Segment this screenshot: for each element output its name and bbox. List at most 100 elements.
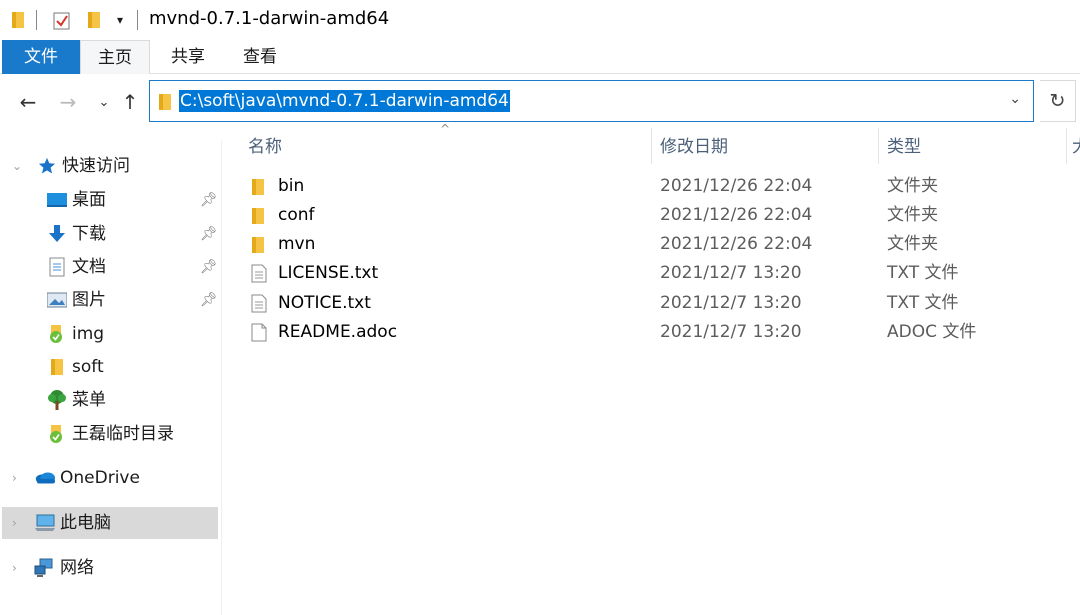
column-header-date[interactable]: 修改日期 (660, 130, 728, 164)
file-type: ADOC 文件 (887, 322, 977, 342)
sidebar-item-menu[interactable]: 菜单 (0, 384, 220, 416)
tab-home[interactable]: 主页 (80, 40, 150, 74)
sidebar-item-label: 菜单 (72, 390, 106, 410)
sidebar-item-quick-access[interactable]: ⌄ 快速访问 (0, 150, 220, 182)
back-button[interactable]: ← (14, 88, 42, 116)
pictures-icon (46, 289, 68, 311)
arrow-left-icon: ← (19, 90, 37, 114)
title-bar: ▾ mvnd-0.7.1-darwin-amd64 (0, 0, 1080, 40)
folder-icon (158, 93, 174, 110)
cloud-icon (34, 467, 56, 489)
customize-toolbar-icon[interactable]: ▾ (110, 9, 130, 31)
folder-icon (251, 235, 269, 254)
address-path[interactable]: C:\soft\java\mvnd-0.7.1-darwin-amd64 (179, 90, 510, 112)
pin-icon[interactable]: 📌︎ (200, 184, 218, 216)
tab-share[interactable]: 共享 (158, 40, 218, 74)
file-type: TXT 文件 (887, 293, 959, 313)
file-row[interactable]: conf 2021/12/26 22:04 文件夹 (240, 201, 1080, 230)
file-name: mvn (278, 234, 316, 254)
computer-icon (34, 512, 56, 534)
pin-icon[interactable]: 📌︎ (200, 251, 218, 283)
green-folder-icon (46, 323, 68, 345)
refresh-button[interactable]: ↻ (1040, 80, 1076, 122)
column-header-name[interactable]: 名称 (248, 130, 282, 164)
tab-file[interactable]: 文件 (2, 40, 80, 74)
chevron-down-icon[interactable]: ⌄ (1009, 91, 1021, 107)
chevron-down-icon[interactable]: ⌄ (12, 150, 22, 182)
pin-icon[interactable]: 📌︎ (200, 284, 218, 316)
arrow-right-icon: → (59, 90, 77, 114)
folder-icon (8, 9, 28, 31)
sidebar-item-label: 桌面 (72, 190, 106, 210)
sidebar-item-soft[interactable]: soft (0, 351, 220, 383)
arrow-up-icon: ↑ (121, 90, 139, 114)
sidebar-item-label: 快速访问 (62, 156, 130, 176)
sidebar-item-label: 图片 (72, 290, 106, 310)
file-type: TXT 文件 (887, 263, 959, 283)
file-row[interactable]: NOTICE.txt 2021/12/7 13:20 TXT 文件 (240, 289, 1080, 318)
address-bar[interactable]: C:\soft\java\mvnd-0.7.1-darwin-amd64 ⌄ (149, 80, 1034, 122)
file-date: 2021/12/26 22:04 (660, 234, 813, 254)
folder-icon (251, 206, 269, 225)
sidebar-item-pictures[interactable]: 图片 📌︎ (0, 284, 220, 316)
sidebar-item-documents[interactable]: 文档 📌︎ (0, 251, 220, 283)
sort-ascending-icon: ^ (440, 122, 451, 136)
column-header-size[interactable]: 大 (1072, 130, 1080, 164)
window-title: mvnd-0.7.1-darwin-amd64 (149, 8, 390, 29)
green-folder-icon (46, 423, 68, 445)
file-row[interactable]: mvn 2021/12/26 22:04 文件夹 (240, 230, 1080, 259)
tab-view[interactable]: 查看 (230, 40, 290, 74)
recent-locations-button[interactable]: ⌄ (90, 88, 118, 116)
forward-button[interactable]: → (54, 88, 82, 116)
chevron-right-icon[interactable]: › (12, 462, 17, 494)
sidebar-item-label: soft (72, 357, 104, 377)
sidebar-item-this-pc[interactable]: › 此电脑 (2, 507, 218, 539)
tree-icon (46, 389, 68, 411)
refresh-icon: ↻ (1049, 90, 1066, 112)
sidebar-item-desktop[interactable]: 桌面 📌︎ (0, 184, 220, 216)
sidebar-item-onedrive[interactable]: › OneDrive (0, 462, 220, 494)
sidebar-item-label: 此电脑 (60, 513, 111, 533)
network-icon (34, 557, 56, 579)
up-button[interactable]: ↑ (116, 88, 144, 116)
sidebar-item-downloads[interactable]: 下载 📌︎ (0, 218, 220, 250)
text-file-icon (251, 264, 269, 283)
chevron-right-icon[interactable]: › (12, 507, 17, 539)
sidebar-item-network[interactable]: › 网络 (0, 552, 220, 584)
desktop-icon (46, 189, 68, 211)
chevron-down-icon: ⌄ (98, 94, 110, 110)
text-file-icon (251, 294, 269, 313)
star-icon (36, 155, 58, 177)
file-row[interactable]: bin 2021/12/26 22:04 文件夹 (240, 172, 1080, 201)
new-folder-icon[interactable] (84, 9, 104, 31)
document-icon (46, 256, 68, 278)
file-date: 2021/12/26 22:04 (660, 205, 813, 225)
chevron-right-icon[interactable]: › (12, 552, 17, 584)
blank-file-icon (251, 323, 269, 342)
navigation-pane: ⌄ 快速访问 桌面 📌︎ 下载 📌︎ 文档 📌︎ 图片 📌︎ img soft … (0, 140, 222, 615)
properties-icon[interactable] (52, 9, 72, 31)
sidebar-item-temp[interactable]: 王磊临时目录 (0, 418, 220, 450)
file-name: LICENSE.txt (278, 263, 379, 283)
file-name: README.adoc (278, 322, 398, 342)
sidebar-item-label: img (72, 324, 105, 344)
file-date: 2021/12/26 22:04 (660, 176, 813, 196)
download-icon (46, 223, 68, 245)
file-type: 文件夹 (887, 205, 938, 225)
sidebar-item-img[interactable]: img (0, 318, 220, 350)
sidebar-item-label: 网络 (60, 558, 94, 578)
sidebar-item-label: 下载 (72, 224, 106, 244)
file-type: 文件夹 (887, 176, 938, 196)
sidebar-item-label: 王磊临时目录 (72, 424, 174, 444)
file-name: bin (278, 176, 305, 196)
pin-icon[interactable]: 📌︎ (200, 218, 218, 250)
file-name: conf (278, 205, 315, 225)
file-row[interactable]: README.adoc 2021/12/7 13:20 ADOC 文件 (240, 318, 1080, 347)
file-date: 2021/12/7 13:20 (660, 293, 802, 313)
folder-icon (46, 356, 68, 378)
column-header-type[interactable]: 类型 (887, 130, 921, 164)
file-type: 文件夹 (887, 234, 938, 254)
file-name: NOTICE.txt (278, 293, 371, 313)
file-row[interactable]: LICENSE.txt 2021/12/7 13:20 TXT 文件 (240, 259, 1080, 288)
file-date: 2021/12/7 13:20 (660, 263, 802, 283)
